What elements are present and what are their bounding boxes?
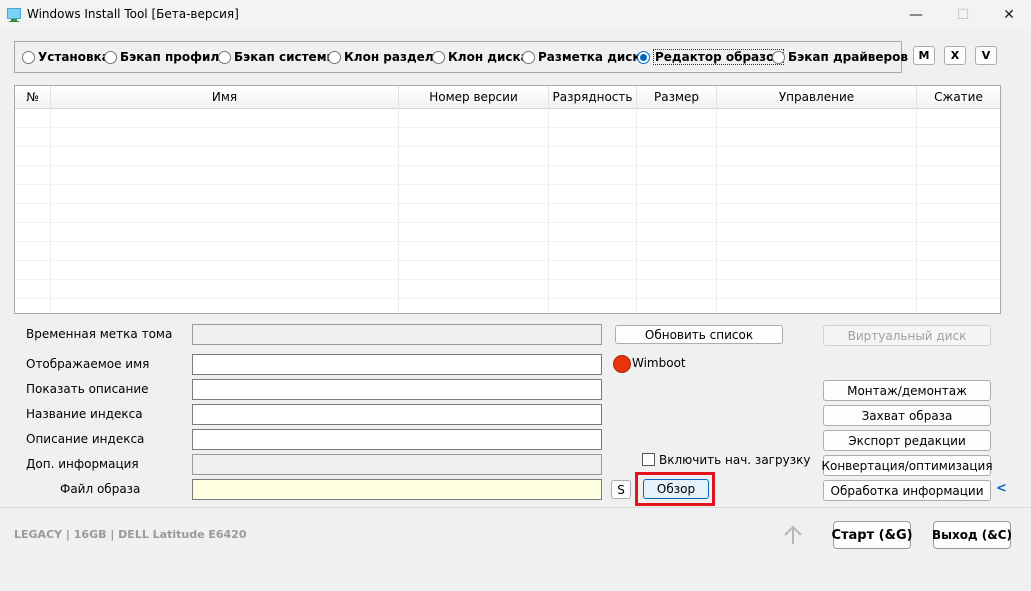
exit-button[interactable]: Выход (&C)	[932, 521, 1012, 549]
grid-line	[15, 165, 1000, 166]
radio-icon	[772, 50, 785, 64]
mode-radio-profile-backup[interactable]: Бэкап профиля	[104, 42, 227, 72]
column-header-number[interactable]: №	[15, 86, 51, 108]
grid-line	[15, 146, 1000, 147]
footer-separator	[0, 507, 1031, 508]
grid-line	[398, 108, 399, 313]
grid-line	[916, 108, 917, 313]
mode-label: Бэкап профиля	[120, 50, 227, 64]
start-button[interactable]: Старт (&G)	[831, 521, 913, 549]
up-arrow-icon[interactable]	[782, 524, 804, 546]
grid-line	[15, 279, 1000, 280]
index-description-field[interactable]	[192, 429, 602, 450]
grid-line	[716, 108, 717, 313]
window-title: Windows Install Tool [Бета-версия]	[27, 7, 239, 21]
wimboot-status-icon[interactable]	[613, 355, 631, 373]
refresh-list-button[interactable]: Обновить список	[615, 325, 783, 344]
enable-boot-label: Включить нач. загрузку	[659, 453, 811, 467]
column-header-compression[interactable]: Сжатие	[917, 86, 1000, 108]
grid-line	[15, 127, 1000, 128]
mode-label: Клон раздела	[344, 50, 442, 64]
show-description-field[interactable]	[192, 379, 602, 400]
collapse-arrow[interactable]: <	[996, 481, 1007, 496]
capture-image-button[interactable]: Захват образа	[823, 405, 991, 426]
show-description-label: Показать описание	[26, 382, 149, 396]
process-info-button[interactable]: Обработка информации	[823, 480, 991, 501]
radio-icon	[22, 50, 35, 64]
mode-label: Разметка диска	[538, 50, 649, 64]
x-button[interactable]: X	[944, 46, 966, 65]
mode-radio-driver-backup[interactable]: Бэкап драйверов	[772, 42, 908, 72]
grid-line	[15, 203, 1000, 204]
radio-selected-icon	[637, 50, 650, 64]
volume-label-field	[192, 324, 602, 345]
grid-line	[548, 108, 549, 313]
image-table[interactable]: № Имя Номер версии Разрядность Размер Уп…	[14, 85, 1001, 314]
extra-info-field	[192, 454, 602, 475]
grid-line	[15, 184, 1000, 185]
close-button[interactable]: ✕	[986, 0, 1031, 30]
mode-radio-system-backup[interactable]: Бэкап системы	[218, 42, 337, 72]
image-file-field[interactable]	[192, 479, 602, 500]
mode-radio-install[interactable]: Установка	[22, 42, 110, 72]
volume-label-label: Временная метка тома	[26, 327, 173, 341]
m-button[interactable]: M	[913, 46, 935, 65]
grid-line	[50, 108, 51, 313]
mode-label: Установка	[38, 50, 110, 64]
minimize-button[interactable]: —	[893, 0, 939, 30]
column-header-size[interactable]: Размер	[637, 86, 717, 108]
index-name-field[interactable]	[192, 404, 602, 425]
enable-boot-checkbox[interactable]	[642, 453, 655, 466]
radio-icon	[522, 50, 535, 64]
virtual-disk-button[interactable]: Виртуальный диск	[823, 325, 991, 346]
v-button[interactable]: V	[975, 46, 997, 65]
grid-line	[15, 241, 1000, 242]
display-name-label: Отображаемое имя	[26, 357, 150, 371]
column-header-version[interactable]: Номер версии	[399, 86, 549, 108]
export-edition-button[interactable]: Экспорт редакции	[823, 430, 991, 451]
highlight-box	[635, 472, 715, 506]
wimboot-label: Wimboot	[632, 356, 686, 370]
grid-line	[15, 260, 1000, 261]
column-header-bitness[interactable]: Разрядность	[549, 86, 637, 108]
column-header-management[interactable]: Управление	[717, 86, 917, 108]
extra-info-label: Доп. информация	[26, 457, 139, 471]
mode-radio-group: Установка Бэкап профиля Бэкап системы Кл…	[14, 41, 908, 73]
radio-icon	[218, 50, 231, 64]
mode-radio-image-editor[interactable]: Редактор образов	[637, 42, 784, 72]
mode-label: Редактор образов	[653, 49, 784, 65]
column-header-name[interactable]: Имя	[51, 86, 399, 108]
grid-line	[636, 108, 637, 313]
radio-icon	[432, 50, 445, 64]
grid-line	[15, 222, 1000, 223]
index-name-label: Название индекса	[26, 407, 143, 421]
mode-label: Бэкап драйверов	[788, 50, 908, 64]
display-name-field[interactable]	[192, 354, 602, 375]
mode-label: Бэкап системы	[234, 50, 338, 64]
radio-icon	[328, 50, 341, 64]
s-button[interactable]: S	[611, 480, 631, 499]
image-file-label: Файл образа	[60, 482, 141, 496]
radio-icon	[104, 50, 117, 64]
table-header: № Имя Номер версии Разрядность Размер Уп…	[15, 86, 1000, 109]
index-description-label: Описание индекса	[26, 432, 145, 446]
system-status: LEGACY | 16GB | DELL Latitude E6420	[14, 528, 247, 541]
mode-radio-disk-layout[interactable]: Разметка диска	[522, 42, 649, 72]
app-icon	[7, 8, 21, 22]
mode-radio-disk-clone[interactable]: Клон диска	[432, 42, 529, 72]
mode-radio-partition-clone[interactable]: Клон раздела	[328, 42, 442, 72]
maximize-button[interactable]: ☐	[940, 0, 986, 30]
mount-button[interactable]: Монтаж/демонтаж	[823, 380, 991, 401]
mode-label: Клон диска	[448, 50, 529, 64]
convert-optimize-button[interactable]: Конвертация/оптимизация	[821, 455, 993, 476]
title-bar: Windows Install Tool [Бета-версия] — ☐ ✕	[0, 0, 1031, 30]
grid-line	[15, 298, 1000, 299]
